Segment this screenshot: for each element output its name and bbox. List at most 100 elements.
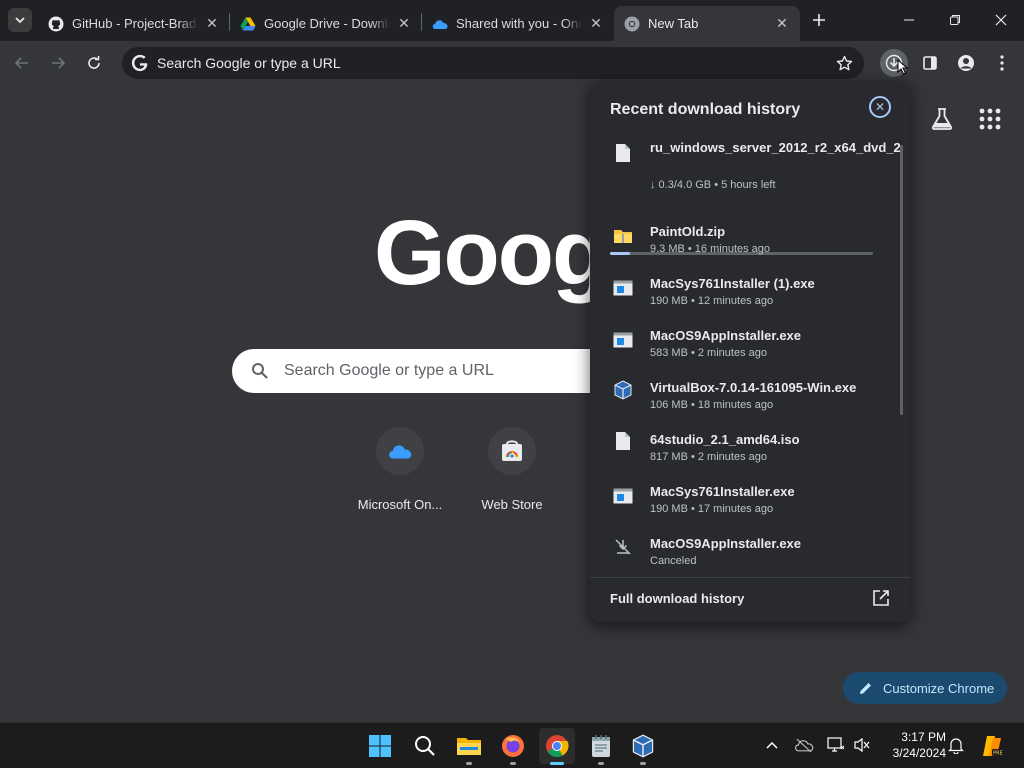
forward-button[interactable] (44, 49, 72, 77)
tab-strip: GitHub - Project-Bradr ✕ Google Drive - … (0, 0, 1024, 41)
running-indicator (598, 762, 604, 765)
google-drive-icon (240, 16, 256, 32)
network-icon[interactable] (826, 735, 846, 755)
bookmark-star-icon[interactable] (834, 53, 854, 73)
tab-title: New Tab (648, 16, 699, 31)
chrome-icon (546, 735, 569, 757)
download-list-scrollbar[interactable] (900, 145, 903, 415)
toolbar: Search Google or type a URL (0, 41, 1024, 85)
taskbar-virtualbox[interactable] (625, 728, 661, 765)
download-status: 190 MB • 17 minutes ago (650, 503, 774, 515)
taskbar-notepad-app[interactable] (583, 728, 619, 765)
clock-time: 3:17 PM (901, 730, 946, 744)
virtualbox-icon (612, 379, 634, 401)
ntp-search-placeholder: Search Google or type a URL (284, 362, 494, 379)
back-button[interactable] (8, 49, 36, 77)
taskbar-file-explorer[interactable] (451, 728, 487, 765)
firefox-icon (502, 735, 524, 757)
full-download-history-row[interactable]: Full download history (590, 577, 910, 622)
copilot-pre-icon[interactable]: PRE (980, 733, 1006, 759)
web-store-icon (502, 440, 522, 461)
notifications-bell-icon[interactable] (946, 735, 966, 755)
onedrive-icon (432, 16, 448, 32)
close-icon[interactable]: ✕ (869, 96, 891, 118)
download-filename: MacOS9AppInstaller.exe (650, 536, 802, 551)
file-explorer-icon (457, 738, 481, 755)
tab-search-button[interactable] (8, 8, 32, 32)
profile-button[interactable] (952, 49, 980, 77)
new-tab-button[interactable] (808, 9, 830, 31)
tab-title: Google Drive - Download (264, 16, 390, 31)
file-icon (612, 430, 634, 452)
tab-google-drive[interactable]: Google Drive - Download ✕ (230, 6, 422, 41)
side-panel-icon (923, 56, 937, 70)
running-indicator (640, 762, 646, 765)
volume-muted-icon[interactable] (852, 735, 872, 755)
restore-button[interactable] (933, 5, 977, 35)
reload-button[interactable] (80, 49, 108, 77)
chevron-down-icon (15, 17, 25, 24)
plus-icon (813, 14, 825, 26)
show-hidden-icons-button[interactable] (762, 735, 782, 755)
virtualbox-icon (632, 734, 654, 758)
shortcut-label: Web Store (481, 497, 543, 512)
clock-date: 3/24/2024 (892, 746, 946, 760)
start-button[interactable] (362, 728, 398, 764)
profile-icon (958, 55, 974, 71)
search-icon (415, 736, 435, 756)
notepad-icon (592, 735, 610, 757)
tab-new-tab[interactable]: New Tab ✕ (614, 6, 800, 41)
download-status: 106 MB • 18 minutes ago (650, 399, 774, 411)
mouse-cursor-icon (897, 59, 908, 75)
running-indicator (466, 762, 472, 765)
google-apps-icon[interactable] (978, 107, 1002, 131)
installer-icon (612, 485, 634, 507)
download-status: Canceled (650, 555, 697, 567)
download-status: 583 MB • 2 minutes ago (650, 347, 767, 359)
download-filename: PaintOld.zip (650, 224, 726, 239)
zip-folder-icon (612, 225, 634, 247)
arrow-right-icon (52, 57, 66, 69)
open-in-new-icon[interactable] (871, 588, 891, 608)
shortcut-tile (376, 427, 424, 475)
close-icon[interactable]: ✕ (774, 15, 790, 32)
window-close-button[interactable] (979, 5, 1023, 35)
close-icon[interactable]: ✕ (396, 15, 412, 32)
installer-icon (612, 277, 634, 299)
close-icon[interactable]: ✕ (204, 15, 220, 32)
close-icon[interactable]: ✕ (588, 15, 604, 32)
svg-text:PRE: PRE (993, 751, 1003, 757)
download-filename: MacSys761Installer (1).exe (650, 276, 815, 291)
menu-button[interactable] (988, 49, 1016, 77)
download-list: ru_windows_server_2012_r2_x64_dvd_270801… (590, 133, 900, 577)
shortcut-microsoft-onedrive[interactable]: Microsoft On... (344, 427, 456, 512)
taskbar-chrome[interactable] (539, 728, 575, 765)
side-panel-button[interactable] (916, 49, 944, 77)
taskbar-search-button[interactable] (407, 728, 443, 764)
download-filename: VirtualBox-7.0.14-161095-Win.exe (650, 380, 857, 395)
tab-github[interactable]: GitHub - Project-Bradr ✕ (38, 6, 230, 41)
taskbar-clock[interactable]: 3:17 PM 3/24/2024 (880, 729, 946, 761)
customize-chrome-button[interactable]: Customize Chrome (843, 672, 1007, 704)
tab-title: GitHub - Project-Bradr (72, 16, 198, 31)
download-bubble: Recent download history ✕ ru_windows_ser… (590, 81, 910, 622)
download-canceled-icon (612, 536, 634, 558)
onedrive-tray-icon[interactable] (794, 735, 814, 755)
download-status: 817 MB • 2 minutes ago (650, 451, 767, 463)
taskbar-firefox[interactable] (495, 728, 531, 765)
full-download-history-link[interactable]: Full download history (610, 591, 744, 606)
download-filename: MacSys761Installer.exe (650, 484, 795, 499)
minimize-button[interactable] (887, 5, 931, 35)
labs-flask-icon[interactable] (929, 106, 955, 132)
shortcut-tile (488, 427, 536, 475)
download-status: 190 MB • 12 minutes ago (650, 295, 774, 307)
downloads-button[interactable] (880, 49, 908, 77)
download-bubble-title: Recent download history (610, 101, 801, 118)
google-g-icon (130, 53, 150, 73)
address-bar[interactable]: Search Google or type a URL (122, 47, 864, 79)
download-filename: MacOS9AppInstaller.exe (650, 328, 802, 343)
tab-onedrive[interactable]: Shared with you - OneDrive ✕ (422, 6, 614, 41)
minimize-icon (904, 19, 914, 21)
download-filename: 64studio_2.1_amd64.iso (650, 432, 800, 447)
shortcut-web-store[interactable]: Web Store (456, 427, 568, 512)
